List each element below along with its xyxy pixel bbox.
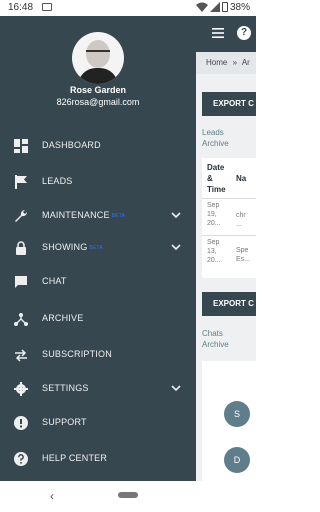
menu-item-showing[interactable]: SHOWING BETA [0,233,196,263]
menu-item-chat[interactable]: CHAT [0,267,196,297]
row-name: chr ... [236,212,246,228]
swap-icon [15,349,27,362]
help-icon [14,452,28,466]
chat-icon [15,276,27,288]
menu-item-leads[interactable]: LEADS [0,167,196,197]
status-bar: 16:48 38% [0,0,256,16]
chats-archive-title: Chats Archive [202,329,229,349]
menu-item-label: HELP CENTER [42,453,108,463]
alert-icon [14,416,28,430]
image-notification-icon [42,3,52,11]
home-pill[interactable] [118,492,138,498]
avatar-shoulders [78,68,118,84]
menu-icon[interactable] [212,28,224,38]
chevron-down-icon[interactable] [171,242,181,252]
beta-badge: BETA [111,213,126,219]
beta-badge: BETA [89,245,103,251]
user-name: Rose Garden [69,85,127,95]
chevron-down-icon[interactable] [171,210,181,220]
archive-icon [14,313,28,326]
menu-item-settings[interactable]: SETTINGS [0,374,196,404]
breadcrumb: Home » Ar [196,52,256,74]
lock-icon [16,241,26,255]
menu-item-label: CHAT [42,276,67,286]
row-date: Sep 19, 20... [207,202,221,227]
export-leads-button[interactable]: EXPORT C [202,92,256,116]
menu-item-maintenance[interactable]: MAINTENANCE BETA [0,201,196,231]
menu-item-label: DASHBOARD [42,140,101,150]
row-date: Sep 13, 20... [207,239,221,264]
export-chats-button[interactable]: EXPORT C [202,292,256,316]
menu-item-label: SHOWING BETA [42,242,103,252]
menu-item-support[interactable]: SUPPORT [0,408,196,438]
chats-list: S D [202,361,256,481]
menu-item-dashboard[interactable]: DASHBOARD [0,131,196,161]
menu-item-label: SUBSCRIPTION [42,349,112,359]
signal-icon [210,2,220,12]
system-navigation-bar: ‹ [0,481,256,512]
wrench-icon [15,209,28,222]
battery-icon [222,2,228,12]
navigation-drawer: Rose Garden 826rosa@gmail.com DASHBOARD … [0,16,196,481]
avatar[interactable] [72,32,124,84]
chevron-down-icon[interactable] [171,383,181,393]
column-header-name: Na [236,174,247,183]
leads-archive-title: Leads Archive [202,128,229,148]
menu-item-archive[interactable]: ARCHIVE [0,304,196,334]
gear-icon [14,382,28,396]
avatar[interactable]: D [224,447,250,473]
breadcrumb-current: Ar [241,58,250,67]
menu-item-label: ARCHIVE [42,313,84,323]
status-time: 16:48 [8,2,34,13]
flag-icon [15,175,27,189]
menu-item-label: SETTINGS [42,383,89,393]
menu-item-subscription[interactable]: SUBSCRIPTION [0,340,196,370]
help-icon[interactable]: ? [237,26,251,40]
column-header-date: Date & Time [207,163,226,194]
battery-level: 38% [230,2,251,13]
main-content: ? Home » Ar EXPORT C Leads Archive Date … [196,16,256,481]
breadcrumb-separator: » [232,58,238,67]
menu-item-label: LEADS [42,176,73,186]
divider [202,235,256,236]
avatar[interactable]: S [224,401,250,427]
row-name: Spe Es... [236,247,251,263]
leads-table: Date & Time Na Sep 19, 20... chr ... Sep… [202,158,256,278]
avatar-glasses [86,50,110,56]
menu-item-help-center[interactable]: HELP CENTER [0,444,196,474]
back-icon[interactable]: ‹ [50,489,54,503]
dashboard-icon [14,139,28,153]
user-email: 826rosa@gmail.com [56,97,140,107]
breadcrumb-home[interactable]: Home [206,58,227,67]
wifi-icon [196,2,208,12]
menu-item-label: MAINTENANCE BETA [42,210,126,220]
divider [202,198,256,199]
app-bar: ? [196,16,256,52]
menu-item-label: SUPPORT [42,417,87,427]
